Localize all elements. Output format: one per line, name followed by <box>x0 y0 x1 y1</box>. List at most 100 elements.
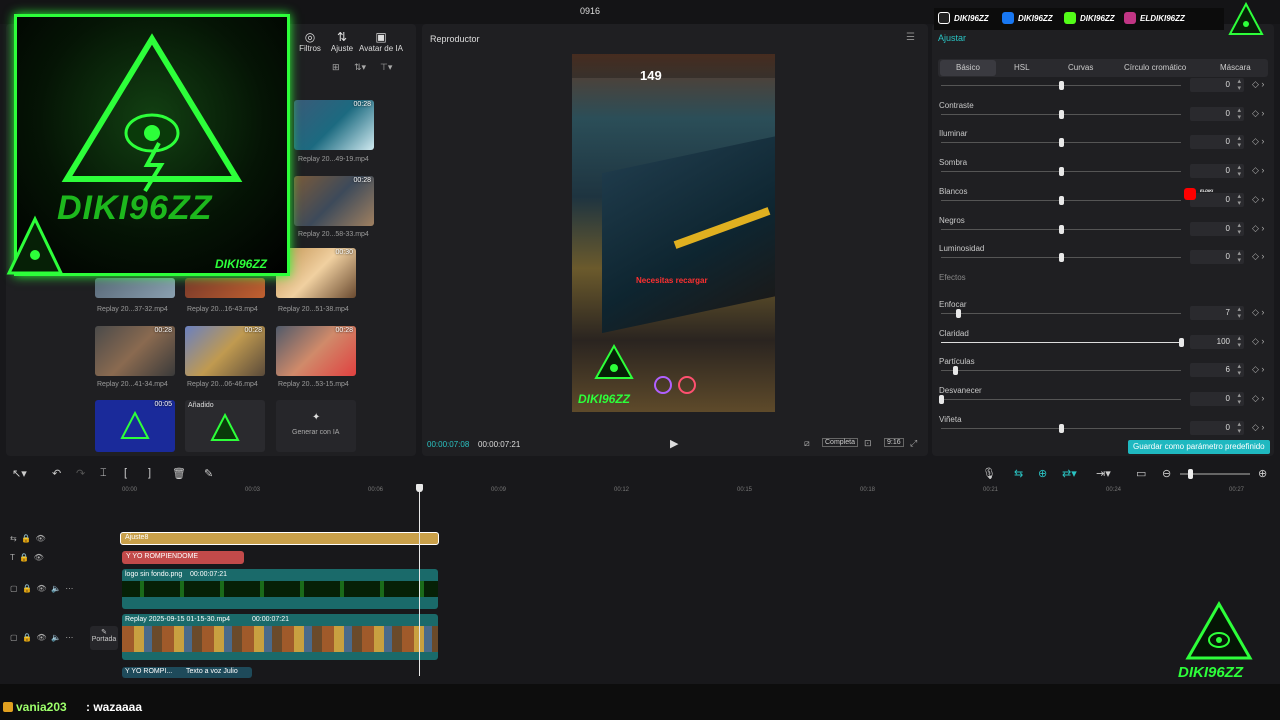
fullscreen-icon[interactable]: ⤢ <box>910 438 917 449</box>
grid-view-icon[interactable]: ⊞ <box>332 62 340 73</box>
keyframe-icon[interactable]: ◇ › <box>1252 422 1264 433</box>
trim-left-icon[interactable]: [ <box>124 467 127 479</box>
aspect-button[interactable]: 9:16 <box>884 438 904 447</box>
stepper-icon[interactable]: ▴ ▾ <box>1237 421 1241 435</box>
param-value-field[interactable]: 0 ▴ ▾ <box>1190 192 1244 207</box>
logo-track-controls[interactable]: ▢ 🔒 👁 🔈 ⋯ <box>10 584 73 593</box>
param-value-field[interactable]: 7 ▴ ▾ <box>1190 306 1244 320</box>
redo-icon[interactable]: ↷ <box>76 467 85 480</box>
crop-icon[interactable]: ⧄ <box>804 438 810 449</box>
param-slider-knob[interactable] <box>1059 195 1064 205</box>
param-slider-knob[interactable] <box>1059 224 1064 234</box>
text-clip[interactable]: Y YO ROMPIENDOME <box>122 551 244 564</box>
focus-icon[interactable]: ⊡ <box>864 438 872 449</box>
param-slider-knob[interactable] <box>1059 138 1064 148</box>
stepper-icon[interactable]: ▴ ▾ <box>1237 164 1241 178</box>
stepper-icon[interactable]: ▴ ▾ <box>1237 363 1241 377</box>
play-icon[interactable]: ▶ <box>670 437 678 450</box>
param-slider[interactable] <box>941 399 1181 401</box>
media-item[interactable]: 00:05 <box>95 400 175 452</box>
param-slider-knob[interactable] <box>939 395 944 405</box>
select-tool-icon[interactable]: ↖▾ <box>12 467 27 480</box>
keyframe-icon[interactable]: ◇ › <box>1252 194 1264 205</box>
media-item[interactable]: 00:28 <box>185 326 265 376</box>
keyframe-icon[interactable]: ◇ › <box>1252 108 1264 119</box>
param-slider-knob[interactable] <box>953 366 959 376</box>
param-slider-knob[interactable] <box>1059 167 1064 177</box>
keyframe-icon[interactable]: ◇ › <box>1252 251 1264 262</box>
param-slider-knob[interactable] <box>1179 337 1184 347</box>
subtab-color-wheel[interactable]: Círculo cromático <box>1124 63 1186 72</box>
keyframe-icon[interactable]: ◇ › <box>1252 223 1264 234</box>
trim-right-icon[interactable]: ] <box>148 467 151 479</box>
adjust-track-controls[interactable]: ⇆ 🔒 👁 <box>10 534 46 543</box>
preview-axis-icon[interactable]: ⇥▾ <box>1096 467 1111 480</box>
magic-icon[interactable]: ✎ <box>204 467 213 480</box>
param-value-field[interactable]: 0 ▴ ▾ <box>1190 250 1244 265</box>
generate-ai-button[interactable]: ✦ Generar con IA <box>276 400 356 452</box>
keyframe-icon[interactable]: ◇ › <box>1252 136 1264 147</box>
video-track-controls[interactable]: ▢ 🔒 👁 🔈 ⋯ <box>10 633 73 642</box>
caption-icon[interactable]: ▭ <box>1136 467 1146 480</box>
ratio-button[interactable]: Completa <box>822 438 858 447</box>
zoom-slider-knob[interactable] <box>1188 469 1193 479</box>
zoom-out-icon[interactable]: ⊖ <box>1162 467 1171 480</box>
menu-icon[interactable]: ☰ <box>906 32 915 43</box>
param-value-field[interactable]: 0 ▴ ▾ <box>1190 420 1244 435</box>
snap-icon[interactable]: ⊕ <box>1038 467 1047 480</box>
tts-clip[interactable]: Y YO ROMPI... Texto a voz Julio <box>122 667 252 678</box>
sort-icon[interactable]: ⇅▾ <box>354 62 366 73</box>
param-slider[interactable] <box>941 313 1181 314</box>
param-slider[interactable] <box>941 370 1181 372</box>
link-icon[interactable]: ⇆ <box>1014 467 1023 480</box>
media-item[interactable] <box>95 278 175 298</box>
media-item[interactable]: 00:28 <box>294 100 374 150</box>
param-value-field[interactable]: 0 ▴ ▾ <box>1190 221 1244 236</box>
media-item[interactable]: 00:28 <box>95 326 175 376</box>
subtab-basic[interactable]: Básico <box>940 60 996 76</box>
param-value-field[interactable]: 6 ▴ ▾ <box>1190 363 1244 378</box>
media-item-added[interactable]: Añadido <box>185 400 265 452</box>
keyframe-icon[interactable]: ◇ › <box>1252 336 1264 347</box>
media-item[interactable]: 00:28 <box>294 176 374 226</box>
subtab-mask[interactable]: Máscara <box>1220 63 1251 72</box>
stepper-icon[interactable]: ▴ ▾ <box>1237 392 1241 406</box>
video-preview[interactable]: 149 Necesitas recargar DIKI96ZZ <box>572 54 775 412</box>
text-track-controls[interactable]: T 🔒 👁 <box>10 553 44 562</box>
stepper-icon[interactable]: ▴ ▾ <box>1237 335 1241 349</box>
stepper-icon[interactable]: ▴ ▾ <box>1237 250 1241 264</box>
split-icon[interactable]: ⌶ <box>100 467 107 480</box>
subtab-hsl[interactable]: HSL <box>1014 63 1030 72</box>
video-clip[interactable]: Replay 2025-09-15 01-15-30.mp4 00:00:07:… <box>122 614 438 660</box>
mic-icon[interactable]: 🎙 <box>982 467 996 480</box>
cover-button[interactable]: ✎ Portada <box>90 626 118 650</box>
stepper-icon[interactable]: ▴ ▾ <box>1237 306 1241 320</box>
param-slider-knob[interactable] <box>1059 423 1064 433</box>
logo-clip[interactable]: logo sin fondo.png 00:00:07:21 <box>122 569 438 609</box>
param-slider-knob[interactable] <box>1059 81 1064 90</box>
media-item[interactable]: 00:28 <box>276 326 356 376</box>
param-slider-knob[interactable] <box>1059 109 1064 119</box>
media-item[interactable] <box>185 278 265 298</box>
stepper-icon[interactable]: ▴ ▾ <box>1237 222 1241 236</box>
playhead[interactable] <box>419 486 420 676</box>
filter-icon[interactable]: ⊤▾ <box>380 62 392 73</box>
adjust-clip[interactable]: Ajuste8 <box>120 532 439 545</box>
param-value-field[interactable]: 0 ▴ ▾ <box>1190 106 1244 121</box>
param-value-field[interactable]: 100 ▴ ▾ <box>1190 334 1244 349</box>
keyframe-icon[interactable]: ◇ › <box>1252 165 1264 176</box>
zoom-in-icon[interactable]: ⊕ <box>1258 467 1267 480</box>
keyframe-icon[interactable]: ◇ › <box>1252 364 1264 375</box>
delete-icon[interactable]: 🗑 <box>172 467 186 480</box>
param-slider-knob[interactable] <box>1059 253 1064 263</box>
param-value-field[interactable]: 0 ▴ ▾ <box>1190 392 1244 407</box>
keyframe-icon[interactable]: ◇ › <box>1252 79 1264 90</box>
save-default-button[interactable]: Guardar como parámetro predefinido <box>1128 440 1270 454</box>
param-value-field[interactable]: 0 ▴ ▾ <box>1190 78 1244 92</box>
stepper-icon[interactable]: ▴ ▾ <box>1237 78 1241 92</box>
stepper-icon[interactable]: ▴ ▾ <box>1237 193 1241 207</box>
stepper-icon[interactable]: ▴ ▾ <box>1237 107 1241 121</box>
undo-icon[interactable]: ↶ <box>52 467 61 480</box>
param-value-field[interactable]: 0 ▴ ▾ <box>1190 164 1244 179</box>
stepper-icon[interactable]: ▴ ▾ <box>1237 135 1241 149</box>
